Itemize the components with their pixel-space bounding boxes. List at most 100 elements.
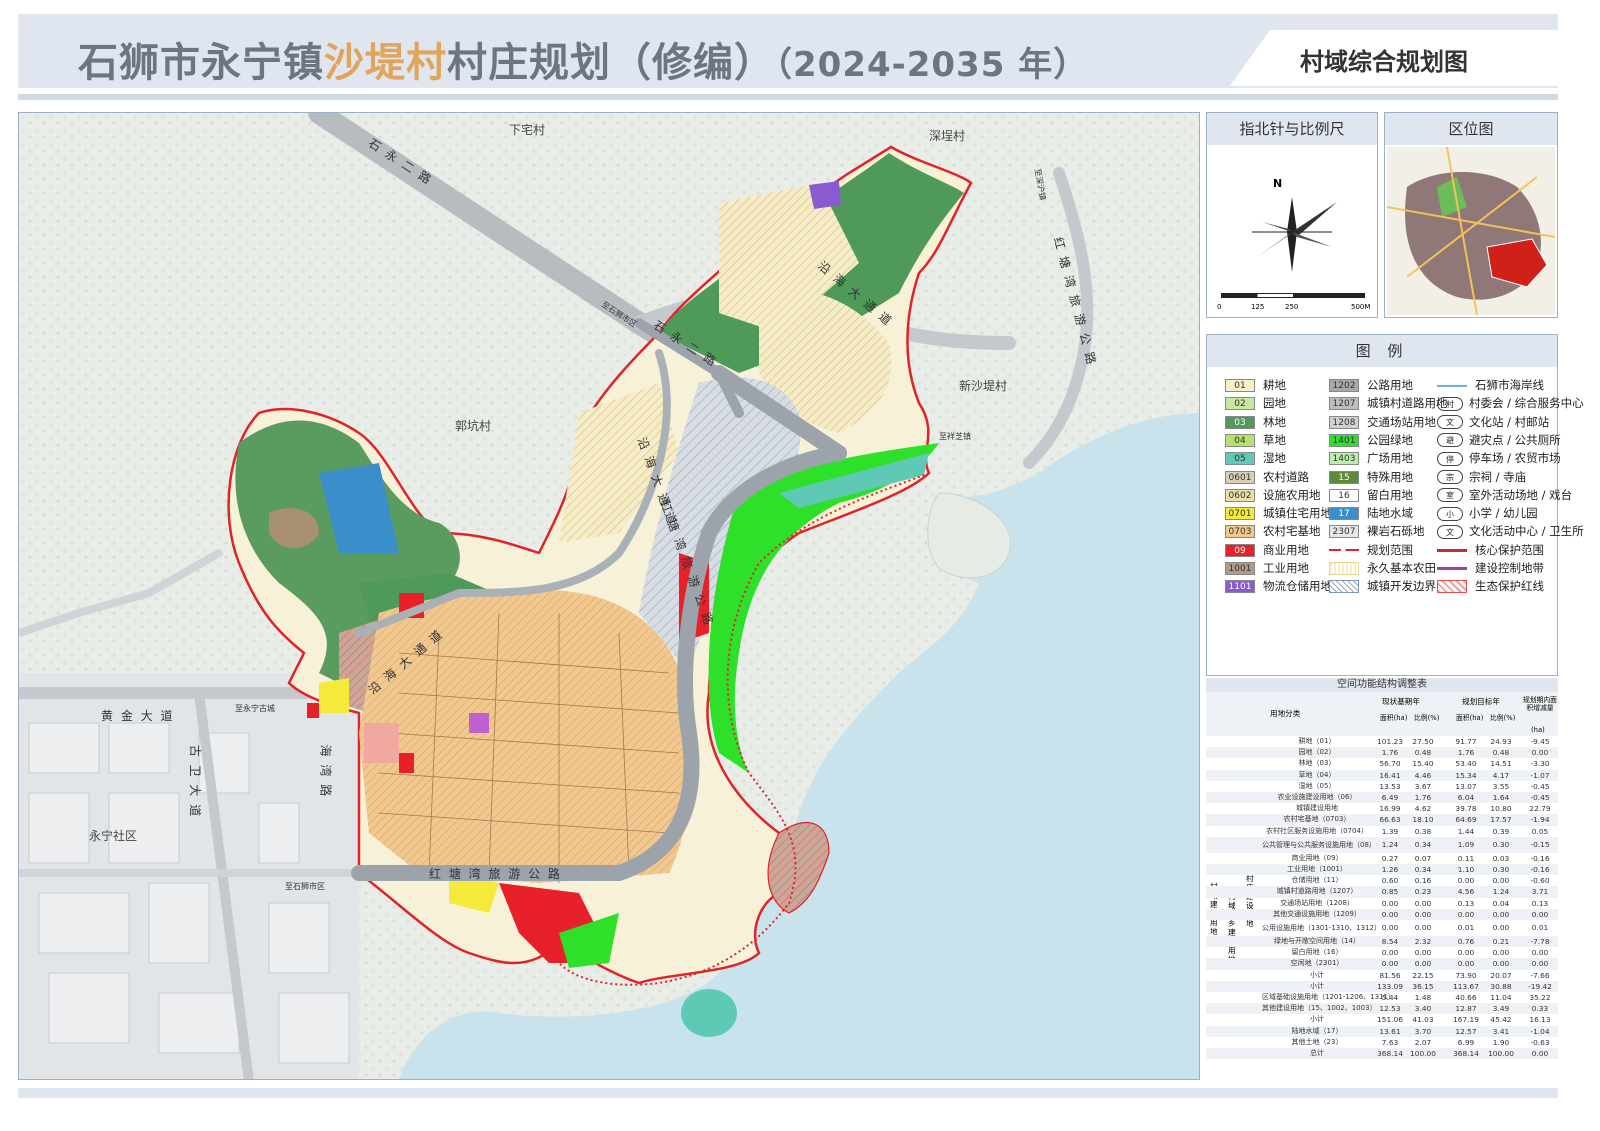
legend-item-1101: 1101 物流仓储用地	[1225, 578, 1332, 594]
table-cell-r1: 100.00	[1410, 1049, 1436, 1058]
table-cell-r2: 1.90	[1492, 1037, 1510, 1047]
table-cell-d: -0.45	[1530, 781, 1550, 791]
table-cell-d: 0.13	[1531, 898, 1549, 908]
table-cell-d: 0.00	[1531, 909, 1549, 919]
table-row: 园地（02） 1.76 0.48 1.76 0.48 0.00	[1206, 747, 1558, 759]
legend-item-1401: 1401 公园绿地	[1329, 432, 1413, 448]
table-cell-a1: 133.09	[1377, 981, 1403, 991]
legend-label: 陆地水域	[1367, 506, 1413, 521]
table-cell-name: 园地（02）	[1298, 748, 1336, 757]
table-cell-a1: 101.23	[1377, 737, 1403, 746]
table-row: 农业设施建设用地（06） 6.49 1.76 6.04 1.64 -0.45	[1206, 792, 1558, 804]
table-row: 陆地水域（17） 13.61 3.70 12.57 3.41 -1.04	[1206, 1025, 1558, 1037]
table-row: 城镇建设用地 16.99 4.62 39.78 10.80 22.79	[1206, 803, 1558, 814]
legend-swatch: 16	[1329, 488, 1359, 502]
compass-heading: 指北针与比例尺	[1207, 113, 1377, 145]
table-cell-name: 空闲地（2301）	[1290, 959, 1344, 968]
table-cell-r1: 36.15	[1412, 981, 1434, 991]
legend-label: 交通场站用地	[1367, 414, 1436, 429]
legend-item-symbol-1: 村村委会 / 综合服务中心	[1437, 395, 1584, 411]
legend-label: 工业用地	[1263, 561, 1309, 575]
purple-parcel	[469, 713, 489, 733]
legend-item-05: 05 湿地	[1225, 450, 1286, 466]
table-cell-a1: 16.99	[1379, 804, 1401, 814]
legend-label: 文化站 / 村邮站	[1469, 414, 1550, 429]
legend-label: 广场用地	[1367, 451, 1413, 466]
scale-bar	[1221, 293, 1365, 298]
village-core[interactable]	[359, 589, 693, 883]
table-cell-name: 仓储用地（11）	[1291, 876, 1343, 885]
table-cell-r2: 10.80	[1490, 804, 1512, 814]
land-use-map[interactable]: 下宅村 深埕村 郭坑村 新沙堤村 永宁社区 石 永 二 路 石 永 二 路 沿 …	[18, 112, 1200, 1080]
table-row: 其他建设用地（15、1002、1003） 12.53 3.40 12.87 3.49 0.…	[1206, 1003, 1558, 1015]
road-huangjin: 黄 金 大 道	[101, 709, 175, 723]
table-cell-name: 其他土地（23）	[1291, 1037, 1343, 1046]
table-cell-r2: 3.55	[1492, 781, 1510, 791]
table-cell-d: -1.07	[1530, 770, 1550, 780]
legend-swatch: 1207	[1329, 397, 1359, 411]
legend-line-icon	[1437, 543, 1467, 557]
legend-label: 公路用地	[1367, 378, 1413, 392]
table-cell-r1: 0.38	[1414, 826, 1432, 836]
table-cell-a2: 6.04	[1457, 793, 1475, 802]
table-cell-r2: 30.88	[1490, 981, 1512, 991]
place-xinshadi: 新沙堤村	[959, 379, 1008, 393]
legend-label: 裸岩石砾地	[1367, 524, 1425, 539]
north-arrow-icon	[1252, 197, 1337, 272]
table-cell-name: 农业设施建设用地（06）	[1277, 793, 1357, 801]
table-row: 湿地（05） 13.53 3.67 13.07 3.55 -0.45	[1206, 781, 1558, 792]
table-cell-a1: 1.39	[1381, 826, 1399, 836]
table-cell-name: 交通场站用地（1208）	[1280, 898, 1354, 907]
small-commercial	[399, 753, 414, 773]
table-cell-r2: 1.24	[1492, 887, 1510, 897]
legend-item-03: 03 林地	[1225, 414, 1286, 430]
table-cell-r2: 3.49	[1492, 1004, 1510, 1014]
title-suffix: 村庄规划（修编）	[447, 40, 775, 86]
table-cell-name: 公共管理与公共服务设施用地（08）	[1262, 840, 1376, 849]
legend-item-symbol-7: 小小学 / 幼儿园	[1437, 505, 1538, 521]
table-cell-r2: 100.00	[1488, 1049, 1514, 1058]
legend-swatch	[1329, 562, 1359, 575]
table-cell-a2: 1.10	[1457, 865, 1475, 874]
table-cell-a2: 0.00	[1457, 876, 1475, 886]
legend-label: 湿地	[1263, 451, 1286, 466]
table-cell-a2: 64.69	[1455, 815, 1477, 825]
table-row: 仓储用地（11） 0.60 0.16 0.00 0.00 -0.60	[1206, 875, 1558, 886]
table-cell-a2: 0.00	[1457, 948, 1475, 958]
table-cell-d: -7.78	[1530, 937, 1550, 946]
table-title: 空间功能结构调整表	[1206, 678, 1558, 692]
table-cell-d: 3.71	[1531, 887, 1549, 897]
legend-line-icon	[1437, 562, 1467, 575]
table-cell-r1: 3.67	[1414, 781, 1432, 791]
table-cell-d: 16.13	[1529, 1015, 1551, 1025]
table-cell-a1: 12.53	[1379, 1004, 1401, 1014]
legend-item-symbol-9: 核心保护范围	[1437, 542, 1544, 558]
table-cell-a2: 0.00	[1457, 959, 1475, 969]
table-cell-r1: 0.00	[1414, 898, 1432, 908]
table-cell-r1: 0.00	[1414, 909, 1432, 919]
legend-item-1207: 1207 城镇村道路用地	[1329, 395, 1448, 411]
legend-item-1202: 1202 公路用地	[1329, 377, 1413, 393]
legend-item-04: 04 草地	[1225, 432, 1286, 448]
table-row: 小计 133.09 36.15 113.67 30.88 -19.42	[1206, 980, 1558, 992]
legend-item-0701: 0701 城镇住宅用地	[1225, 505, 1332, 521]
table-cell-name: 耕地（01）	[1298, 737, 1336, 745]
land-structure-table: 空间功能结构调整表 用地分类 现状基期年 规划目标年 规划期内面积增减量 面积(…	[1206, 678, 1558, 1080]
legend-item-0703: 0703 农村宅基地	[1225, 523, 1321, 539]
legend-item-symbol-4: 停停车场 / 农贸市场	[1437, 450, 1561, 466]
th-ratio-target: 比例(%)	[1490, 714, 1516, 722]
table-cell-a1: 0.00	[1381, 909, 1399, 919]
title-underline	[18, 94, 1558, 100]
table-cell-name: 工业用地（1001）	[1287, 865, 1347, 873]
table-cell-r2: 0.00	[1492, 923, 1510, 932]
legend-item-symbol-5: 宗宗祠 / 寺庙	[1437, 469, 1526, 485]
table-cell-name: 其他建设用地（15、1002、1003）	[1262, 1004, 1377, 1013]
table-cell-a2: 13.07	[1455, 781, 1477, 791]
table-header: 用地分类 现状基期年 规划目标年 规划期内面积增减量 面积(ha) 比例(%) …	[1206, 692, 1558, 736]
table-cell-d: 0.01	[1531, 923, 1549, 932]
legend-item-symbol-0: 石狮市海岸线	[1437, 377, 1544, 393]
table-cell-a1: 7.63	[1381, 1037, 1399, 1047]
table-cell-r2: 24.93	[1490, 737, 1512, 746]
legend-label: 小学 / 幼儿园	[1469, 506, 1538, 521]
th-change: 规划期内面积增减量	[1523, 696, 1557, 712]
